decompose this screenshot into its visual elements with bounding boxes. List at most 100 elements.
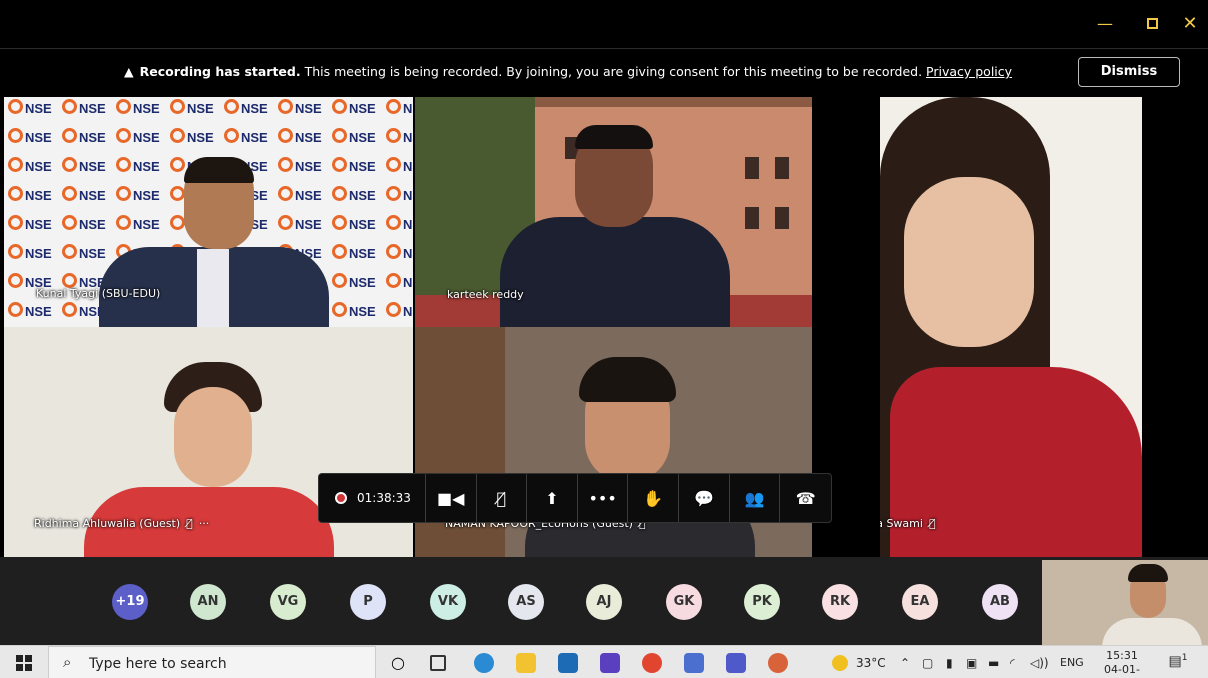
participant-video [174,387,252,487]
participant-name: Kunal Tyagi (SBU-EDU) [36,287,161,300]
participant-name: karteek reddy [447,288,524,301]
nse-logo: NSE [382,271,413,300]
teams-meeting-window: — ✕ ▲ Recording has started. This meeting… [0,0,1208,678]
banner-body-text: This meeting is being recorded. By joini… [300,64,927,79]
edge-icon[interactable] [474,653,494,673]
chat-icon[interactable]: 💬 [679,474,730,522]
more-options-icon[interactable]: ··· [199,517,210,530]
teams-icon[interactable] [726,653,746,673]
nse-logo: NSE [328,213,382,242]
nse-logo: NSE [382,242,413,271]
nse-logo: NSE [58,97,112,126]
notification-icon[interactable]: ▤1 [1168,653,1188,671]
nse-logo: NSE [4,184,58,213]
mic-off-icon[interactable]: 🎙̸ [477,474,528,522]
title-bar: — ✕ [0,0,1208,48]
hang-up-icon[interactable]: ☎ [780,474,831,522]
self-video-preview[interactable] [1042,560,1208,645]
cortana-icon[interactable]: ○ [388,653,408,673]
nse-logo: NSE [166,126,220,155]
minimize-icon[interactable]: — [1093,12,1117,36]
teams-icon[interactable] [684,653,704,673]
maximize-icon[interactable] [1140,12,1164,36]
close-icon[interactable]: ✕ [1178,12,1202,36]
people-icon[interactable]: 👥 [730,474,781,522]
nse-logo: NSE [382,213,413,242]
participant-name-text: Kashaa Swami [880,517,923,530]
raise-hand-icon[interactable]: ✋ [628,474,680,522]
more-participants-avatar[interactable]: +19 [112,584,148,620]
taskbar-search-box[interactable]: ⌕ Type here to search [48,646,376,678]
nse-logo: NSE [328,126,382,155]
call-controls: 01:38:33 ■◀ 🎙̸ ⬆ ••• ✋ 💬 👥 ☎ [318,473,832,523]
participant-video [99,157,329,327]
banner-bold-text: Recording has started. [139,64,301,79]
video-tile-kashaa[interactable]: Kashaa Swami 🎙̸ [880,97,1142,557]
participant-strip: +19 AN VG P VK AS AJ GK PK RK EA AB [0,557,1208,645]
file-explorer-icon[interactable] [516,653,536,673]
tray-chevron-icon[interactable]: ⌃ [900,656,910,670]
nse-logo: NSE [274,97,328,126]
participant-avatar[interactable]: VG [270,584,306,620]
participant-avatar[interactable]: AN [190,584,226,620]
share-screen-icon[interactable]: ⬆ [527,474,578,522]
nse-logo: NSE [274,126,328,155]
tray-app-icon[interactable]: ▢ [922,656,933,670]
participant-avatar[interactable]: EA [902,584,938,620]
nse-logo: NSE [382,126,413,155]
dismiss-button[interactable]: Dismiss [1078,57,1180,87]
video-tile-kunal[interactable]: NSENSENSENSENSENSENSENSENSENSENSENSENSEN… [4,97,413,327]
nse-logo: NSE [328,155,382,184]
participant-avatar[interactable]: VK [430,584,466,620]
battery-icon[interactable]: ▬ [988,656,999,670]
participant-avatar[interactable]: RK [822,584,858,620]
windows-taskbar: ⌕ Type here to search ○ 33°C ⌃ ▢ ▮ ▣ ▬ ◜… [0,645,1208,678]
nse-logo: NSE [112,126,166,155]
volume-icon[interactable]: ◁)) [1030,656,1049,670]
participant-avatar[interactable]: AB [982,584,1018,620]
nse-logo: NSE [328,184,382,213]
nse-logo: NSE [4,155,58,184]
windows-start-icon[interactable] [16,655,32,671]
nse-logo: NSE [328,271,382,300]
timer-text: 01:38:33 [357,491,411,505]
tray-app-icon[interactable]: ▣ [966,656,977,670]
nse-logo: NSE [4,300,58,327]
mail-icon[interactable] [558,653,578,673]
participant-avatar[interactable]: AJ [586,584,622,620]
nse-logo: NSE [328,97,382,126]
participant-name: Kashaa Swami 🎙̸ [880,517,936,530]
notification-count: 1 [1181,653,1188,663]
taskbar-clock[interactable]: 15:31 04-01-2022 [1092,649,1152,678]
nse-logo: NSE [328,300,382,327]
usb-icon[interactable]: ▮ [946,656,953,670]
participant-name-text: Ridhima Ahluwalia (Guest) [34,517,181,530]
participant-avatar[interactable]: P [350,584,386,620]
nse-logo: NSE [382,300,413,327]
nse-logo: NSE [4,126,58,155]
app-icon[interactable] [600,653,620,673]
nse-logo: NSE [112,97,166,126]
wifi-icon[interactable]: ◜ [1010,656,1015,670]
chrome-icon[interactable] [642,653,662,673]
video-tile-karteek[interactable]: karteek reddy [415,97,812,327]
task-view-icon[interactable] [430,655,446,671]
more-actions-button[interactable]: ••• [578,474,629,522]
search-icon: ⌕ [63,653,72,671]
weather-icon[interactable] [832,655,848,671]
clock-date: 04-01-2022 [1104,663,1140,678]
nse-logo: NSE [4,97,58,126]
nse-logo: NSE [4,242,58,271]
nse-logo: NSE [166,97,220,126]
nse-logo: NSE [382,155,413,184]
app-icon[interactable] [768,653,788,673]
participant-avatar[interactable]: PK [744,584,780,620]
input-language[interactable]: ENG [1060,656,1084,669]
recording-icon [335,492,347,504]
participant-avatar[interactable]: GK [666,584,702,620]
camera-icon[interactable]: ■◀ [426,474,477,522]
nse-logo: NSE [4,213,58,242]
privacy-policy-link[interactable]: Privacy policy [926,64,1012,79]
nse-logo: NSE [382,184,413,213]
participant-avatar[interactable]: AS [508,584,544,620]
